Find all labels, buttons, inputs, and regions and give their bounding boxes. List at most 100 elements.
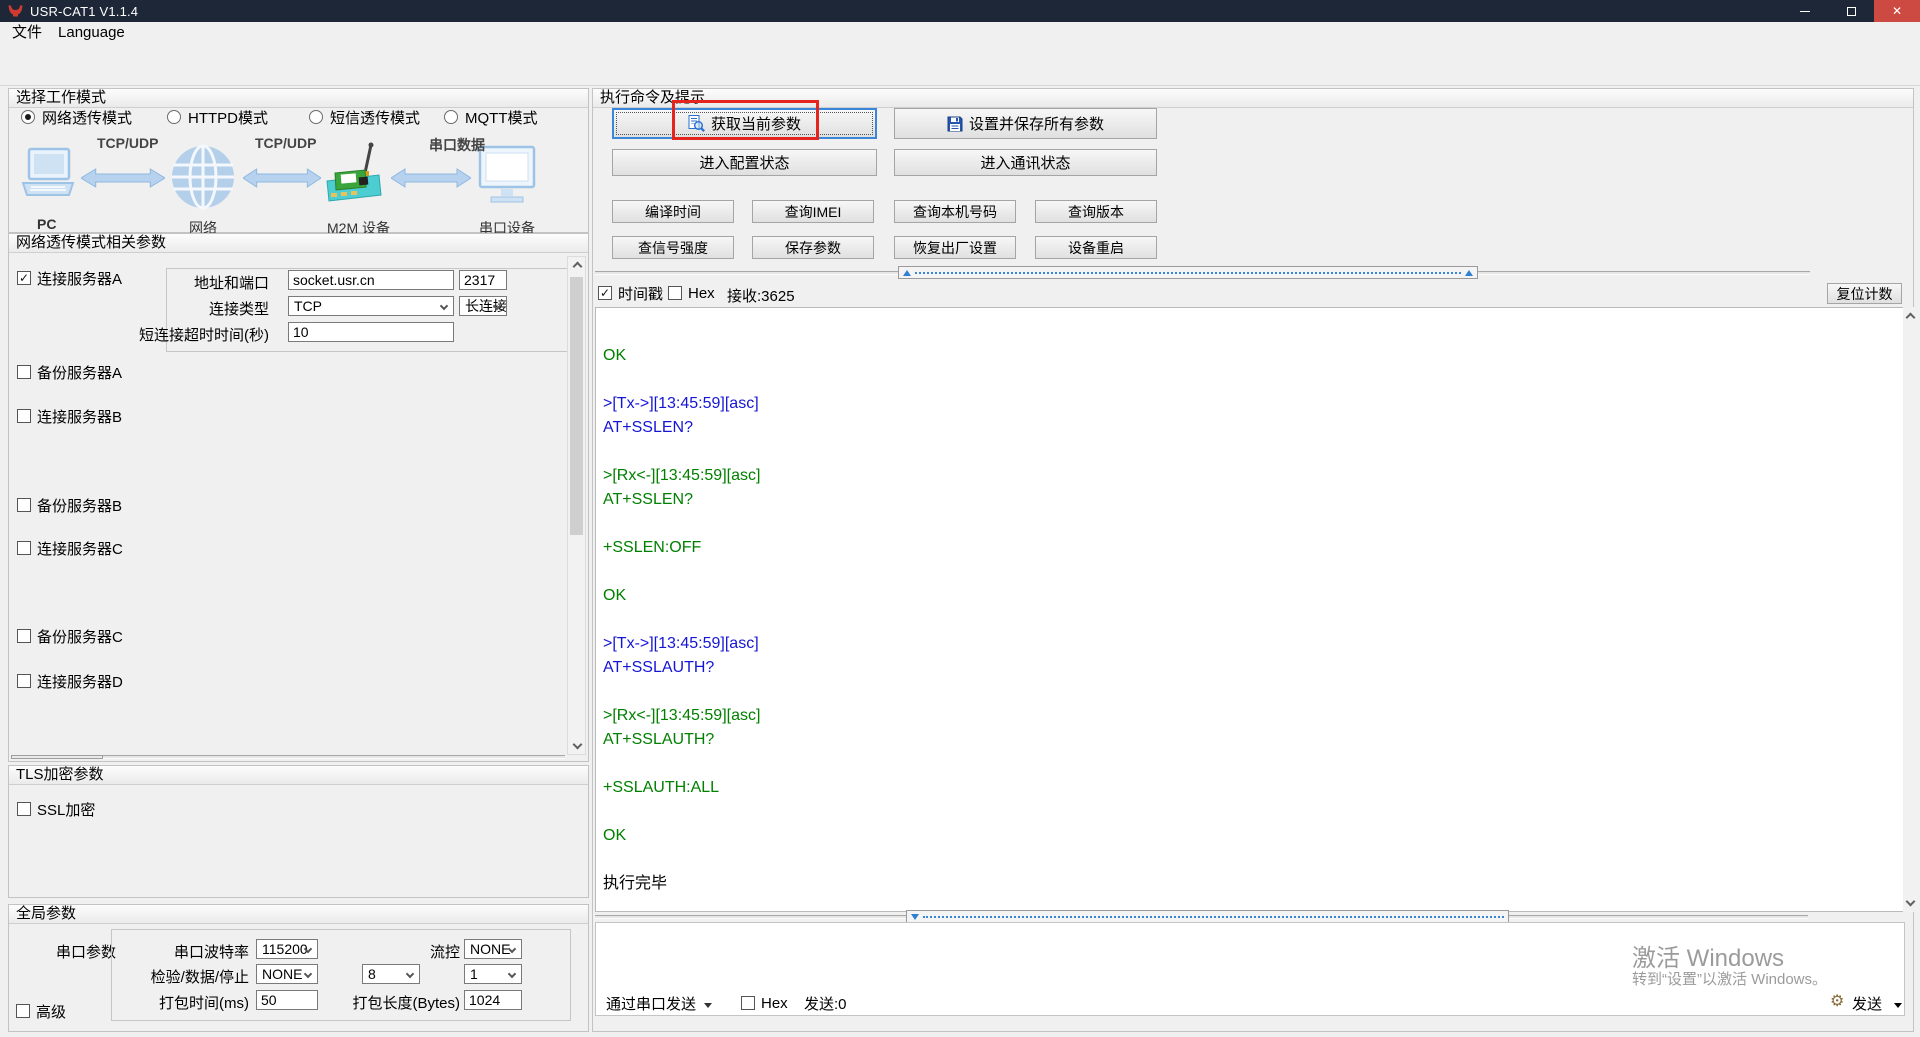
set-save-params-button[interactable]: 设置并保存所有参数 bbox=[894, 108, 1157, 139]
cmd-button-6[interactable]: 保存参数 bbox=[752, 236, 874, 259]
packtime-label: 打包时间(ms) bbox=[109, 992, 249, 1013]
terminal-line bbox=[603, 440, 1904, 464]
server-checkbox-3[interactable]: 备份服务器B bbox=[17, 497, 122, 513]
minimize-button[interactable] bbox=[1782, 0, 1828, 22]
timestamp-checkbox[interactable]: ✓ 时间戳 bbox=[598, 285, 663, 301]
server-a-port-input[interactable]: 2317 bbox=[459, 270, 507, 290]
scroll-up-icon[interactable] bbox=[1906, 313, 1916, 323]
server-list-scrollbar[interactable] bbox=[567, 256, 586, 755]
g-parity-select[interactable]: NONE bbox=[256, 964, 318, 984]
g-stopbits-select[interactable]: 1 bbox=[464, 964, 522, 984]
chevron-down-icon bbox=[406, 970, 414, 978]
cmd-button-2[interactable]: 查询IMEI bbox=[752, 200, 874, 223]
server-checkbox-4[interactable]: 连接服务器C bbox=[17, 540, 123, 556]
keep-type-select[interactable]: 长连接 bbox=[459, 296, 507, 316]
terminal-line: >[Rx<-][13:45:59][asc] bbox=[603, 464, 1904, 488]
mode-radio-3[interactable]: 短信透传模式 bbox=[309, 109, 420, 125]
terminal-line bbox=[603, 800, 1904, 824]
menu-file[interactable]: 文件 bbox=[4, 22, 50, 44]
packtime-input[interactable]: 50 bbox=[256, 990, 318, 1010]
cmd-button-1[interactable]: 编译时间 bbox=[612, 200, 734, 223]
cmd-button-8[interactable]: 设备重启 bbox=[1035, 236, 1157, 259]
mode-label: MQTT模式 bbox=[465, 107, 538, 128]
checkbox-icon bbox=[16, 1004, 30, 1018]
send-hex-checkbox[interactable]: Hex bbox=[741, 995, 788, 1011]
radio-icon bbox=[309, 110, 323, 124]
radio-icon bbox=[167, 110, 181, 124]
send-button[interactable]: 发送 bbox=[1852, 993, 1902, 1014]
recv-hex-checkbox[interactable]: Hex bbox=[668, 285, 715, 301]
link-label: TCP/UDP bbox=[255, 135, 316, 151]
short-conn-timeout-label: 短连接超时时间(秒) bbox=[69, 324, 269, 345]
chevron-down-icon bbox=[508, 970, 516, 978]
server-a-address-input[interactable]: socket.usr.cn bbox=[288, 270, 454, 290]
scroll-down-icon[interactable] bbox=[573, 740, 583, 750]
save-params-icon bbox=[947, 116, 963, 132]
arrow-icon bbox=[81, 167, 165, 189]
chevron-down-icon bbox=[440, 302, 448, 310]
radio-icon bbox=[444, 110, 458, 124]
recv-count-label: 接收:3625 bbox=[727, 285, 795, 306]
server-checkbox-2[interactable]: 连接服务器B bbox=[17, 408, 122, 424]
scroll-up-icon[interactable] bbox=[573, 262, 583, 272]
receive-slider-thumb[interactable] bbox=[898, 266, 1478, 279]
terminal-line: OK bbox=[603, 344, 1904, 368]
mode-radio-1[interactable]: 网络透传模式 bbox=[21, 109, 132, 125]
server-checkbox-6[interactable]: 连接服务器D bbox=[17, 673, 123, 689]
menu-language[interactable]: Language bbox=[50, 22, 133, 44]
mode-label: 短信透传模式 bbox=[330, 107, 420, 128]
mode-radio-2[interactable]: HTTPD模式 bbox=[167, 109, 268, 125]
ssl-checkbox[interactable]: SSL加密 bbox=[17, 801, 95, 817]
scroll-down-icon[interactable] bbox=[1906, 897, 1916, 907]
reset-counter-button[interactable]: 复位计数 bbox=[1827, 283, 1902, 304]
close-button[interactable]: ✕ bbox=[1874, 0, 1920, 22]
checkbox-icon bbox=[17, 802, 31, 816]
slider-handle-icon bbox=[1465, 270, 1473, 276]
cmd-button-7[interactable]: 恢复出厂设置 bbox=[894, 236, 1016, 259]
checkbox-icon bbox=[17, 365, 31, 379]
timeout-input[interactable]: 10 bbox=[288, 322, 454, 342]
cmd-button-4[interactable]: 查询版本 bbox=[1035, 200, 1157, 223]
pc-icon bbox=[19, 147, 77, 211]
checkbox-icon bbox=[17, 674, 31, 688]
cmd-button-5[interactable]: 查信号强度 bbox=[612, 236, 734, 259]
g-flow-select[interactable]: NONE bbox=[464, 939, 522, 959]
cmd-button-3[interactable]: 查询本机号码 bbox=[894, 200, 1016, 223]
terminal-line bbox=[603, 848, 1904, 872]
mode-radio-4[interactable]: MQTT模式 bbox=[444, 109, 538, 125]
app-logo-icon bbox=[8, 5, 23, 17]
enter-comm-button[interactable]: 进入通讯状态 bbox=[894, 149, 1157, 176]
server-checkbox-5[interactable]: 备份服务器C bbox=[17, 628, 123, 644]
terminal-line: +SSLEN:OFF bbox=[603, 536, 1904, 560]
send-settings-icon[interactable]: ⚙ bbox=[1830, 991, 1844, 1011]
maximize-button[interactable] bbox=[1828, 0, 1874, 22]
global-params-panel: 全局参数 串口参数 串口波特率 115200 流控 NONE 检验/数据/停止 … bbox=[8, 904, 589, 1032]
caret-down-icon bbox=[1894, 1003, 1902, 1008]
conn-type-label: 连接类型 bbox=[69, 298, 269, 319]
send-via-dropdown[interactable]: 通过串口发送 bbox=[606, 993, 712, 1014]
checkbox-icon bbox=[741, 996, 755, 1010]
window-title: USR-CAT1 V1.1.4 bbox=[30, 4, 138, 19]
g-databits-select[interactable]: 8 bbox=[362, 964, 420, 984]
checkbox-icon bbox=[17, 498, 31, 512]
mode-label: HTTPD模式 bbox=[188, 107, 268, 128]
arrow-icon bbox=[243, 167, 321, 189]
packlen-input[interactable]: 1024 bbox=[464, 990, 522, 1010]
g-baud-select[interactable]: 115200 bbox=[256, 939, 318, 959]
server-list-hscrollbar[interactable] bbox=[11, 755, 565, 759]
terminal-scrollbar[interactable] bbox=[1903, 307, 1919, 912]
enter-config-button[interactable]: 进入配置状态 bbox=[612, 149, 877, 176]
server-checkbox-1[interactable]: 备份服务器A bbox=[17, 364, 122, 380]
receive-terminal[interactable]: OK>[Tx->][13:45:59][asc]AT+SSLEN?>[Rx<-]… bbox=[595, 307, 1905, 912]
advanced-checkbox[interactable]: 高级 bbox=[16, 1003, 66, 1019]
checkbox-icon bbox=[17, 541, 31, 555]
hscrollbar-thumb[interactable] bbox=[11, 755, 103, 759]
terminal-line: AT+SSLAUTH? bbox=[603, 728, 1904, 752]
serial-toolbar: [PC串口参数]：串口号 COM3 波特率 115200 检验/数据/停止 NO… bbox=[0, 44, 1920, 86]
serial-group-label: 串口参数 bbox=[56, 941, 116, 962]
terminal-line bbox=[603, 368, 1904, 392]
scrollbar-thumb[interactable] bbox=[570, 277, 583, 535]
conn-type-select[interactable]: TCP bbox=[288, 296, 454, 316]
terminal-line: AT+SSLEN? bbox=[603, 416, 1904, 440]
terminal-line: OK bbox=[603, 824, 1904, 848]
